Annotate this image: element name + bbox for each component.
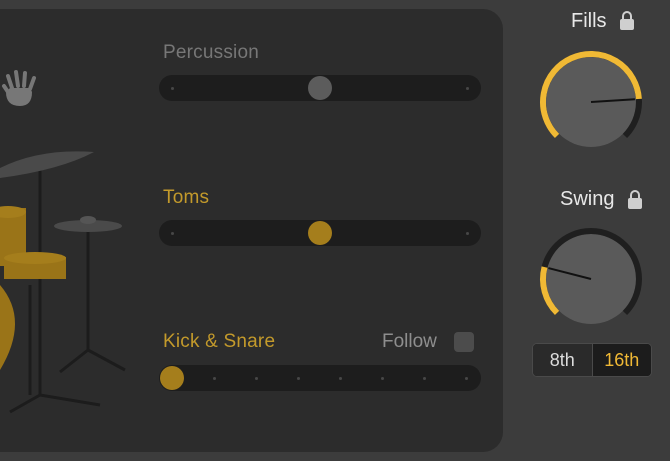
- fills-knob[interactable]: [537, 48, 645, 156]
- hand-clap-icon[interactable]: [0, 66, 44, 110]
- note-value-segmented-control[interactable]: 8th 16th: [532, 343, 652, 377]
- percussion-slider-thumb[interactable]: [308, 76, 332, 100]
- kick-snare-slider-thumb[interactable]: [160, 366, 184, 390]
- slider-tick: [465, 377, 468, 380]
- slider-tick: [466, 87, 469, 90]
- slider-tick: [255, 377, 258, 380]
- percussion-slider[interactable]: [159, 75, 481, 101]
- slider-tick: [171, 232, 174, 235]
- slider-tick: [171, 87, 174, 90]
- slider-tick: [213, 377, 216, 380]
- follow-label: Follow: [382, 331, 437, 352]
- swing-lock-icon[interactable]: [628, 190, 642, 209]
- fills-lock-icon[interactable]: [620, 11, 634, 30]
- toms-slider-thumb[interactable]: [308, 221, 332, 245]
- fills-title: Fills: [571, 10, 607, 32]
- note-value-8th-button[interactable]: 8th: [533, 344, 593, 376]
- swing-title: Swing: [560, 188, 615, 210]
- slider-tick: [339, 377, 342, 380]
- slider-tick: [381, 377, 384, 380]
- track-label-kick-snare: Kick & Snare: [163, 331, 276, 352]
- note-value-16th-button[interactable]: 16th: [592, 344, 651, 376]
- track-label-toms: Toms: [163, 187, 210, 208]
- toms-slider[interactable]: [159, 220, 481, 246]
- slider-tick: [297, 377, 300, 380]
- slider-tick: [466, 232, 469, 235]
- follow-checkbox[interactable]: [454, 332, 474, 352]
- slider-tick: [423, 377, 426, 380]
- kick-snare-slider[interactable]: [159, 365, 481, 391]
- track-label-percussion: Percussion: [163, 42, 259, 63]
- swing-knob[interactable]: [537, 225, 645, 333]
